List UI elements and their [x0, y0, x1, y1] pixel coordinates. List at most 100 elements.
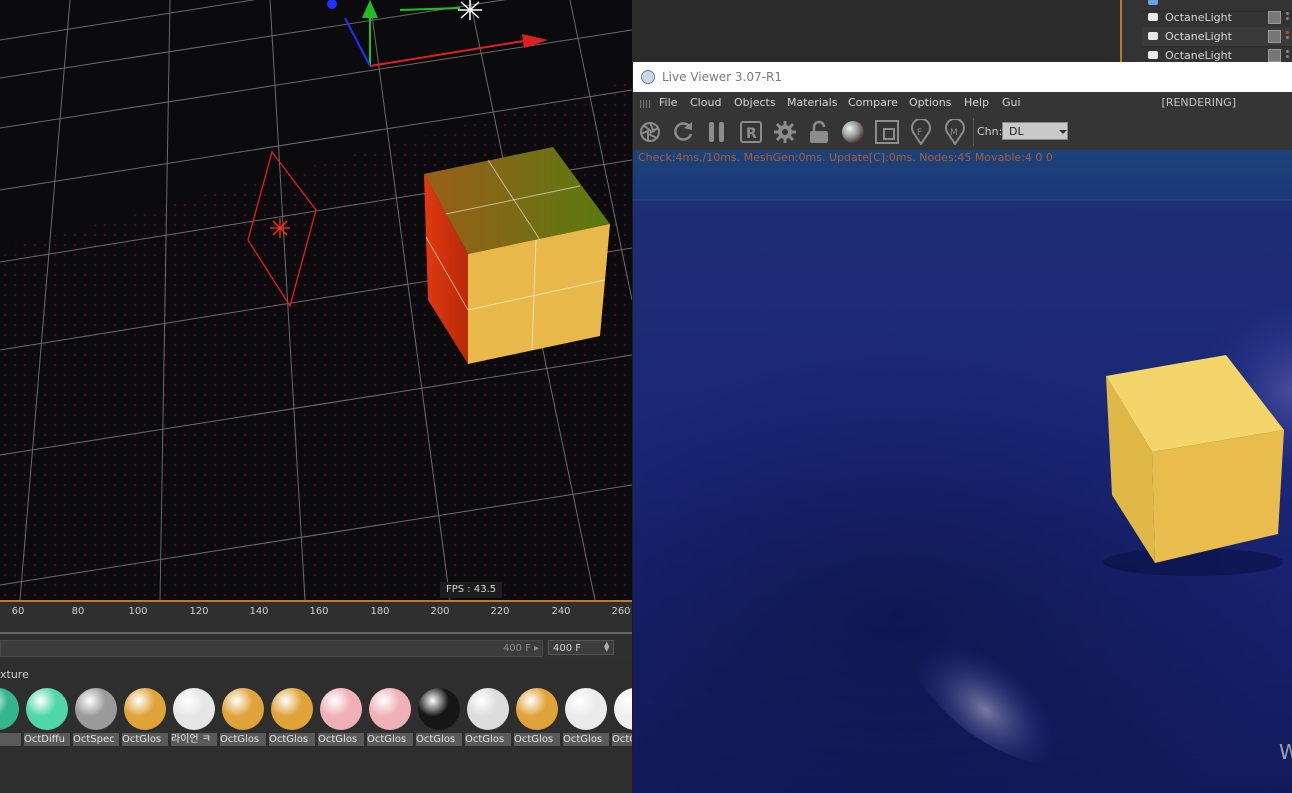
material-preview-ball: [124, 688, 166, 730]
slider-arrow-icon[interactable]: ▸: [531, 643, 542, 654]
material-swatch[interactable]: 라이언 ㅋ: [171, 686, 217, 746]
material-name: OctDiffu: [24, 733, 70, 746]
menu-gui[interactable]: Gui: [1002, 92, 1021, 114]
material-preview-ball: [565, 688, 607, 730]
material-swatch[interactable]: OctGlos: [122, 686, 168, 746]
material-name: OctGlos: [318, 733, 364, 746]
material-name: OctGlos: [122, 733, 168, 746]
material-preview-ball: [418, 688, 460, 730]
object-tag-icon[interactable]: [1268, 30, 1281, 43]
refresh-icon[interactable]: [670, 119, 696, 145]
watermark-text: W: [1279, 740, 1292, 764]
visibility-dots-icon[interactable]: [1286, 12, 1289, 15]
material-swatch[interactable]: OctGlos: [416, 686, 462, 746]
render-status: [RENDERING]: [1161, 96, 1236, 109]
object-manager: OctaneLight OctaneLight OctaneLight: [1120, 0, 1292, 66]
cinema4d-logo-icon: [641, 70, 655, 84]
timeline-range-slider[interactable]: 400 F ▸: [0, 640, 543, 657]
menu-help[interactable]: Help: [964, 92, 989, 114]
material-name: 라이언 ㅋ: [171, 733, 217, 746]
timeline-tick: 80: [71, 606, 85, 617]
material-name: OctGlos: [220, 733, 266, 746]
material-name: OctGlos: [367, 733, 413, 746]
timeline-tick: 200: [430, 606, 450, 617]
chevron-down-icon: [1059, 130, 1067, 134]
timeline-tick: 180: [370, 606, 390, 617]
r-icon[interactable]: R: [738, 119, 764, 145]
material-name: OctGlos: [269, 733, 315, 746]
material-name: OctSpec: [73, 733, 119, 746]
material-swatch[interactable]: OctGlos: [563, 686, 609, 746]
material-swatch[interactable]: OctGlos: [514, 686, 560, 746]
timeline-tick: 240: [551, 606, 571, 617]
material-swatch[interactable]: OctDiffu: [24, 686, 70, 746]
svg-text:M: M: [950, 128, 958, 138]
material-sphere-icon[interactable]: [840, 119, 866, 145]
grip-icon[interactable]: [640, 100, 650, 108]
material-name: OctGlos: [465, 733, 511, 746]
timeline-ruler[interactable]: [0, 626, 632, 634]
viewport-scene: [0, 0, 632, 600]
material-manager-header: xture: [0, 668, 29, 681]
3d-viewport[interactable]: FPS : 43.5: [0, 0, 632, 600]
material-swatch[interactable]: OctGlos: [367, 686, 413, 746]
light-object-icon: [1148, 32, 1158, 40]
material-swatch[interactable]: ne: [0, 686, 21, 746]
region-render-icon[interactable]: [874, 119, 900, 145]
timeline-tick: 140: [249, 606, 269, 617]
menu-file[interactable]: File: [659, 92, 677, 114]
toolbar-divider: [973, 118, 974, 146]
pin-m-icon[interactable]: M: [942, 117, 968, 146]
menu-cloud[interactable]: Cloud: [690, 92, 721, 114]
material-swatch[interactable]: OctGlos: [465, 686, 511, 746]
timeline-tick: 60: [11, 606, 25, 617]
timeline-tick: 220: [490, 606, 510, 617]
visibility-dots-icon[interactable]: [1286, 31, 1289, 34]
material-preview-ball: [26, 688, 68, 730]
timeline[interactable]: 60 80 100 120 140 160 180 200 220 240 26…: [0, 600, 632, 664]
material-name: OctGlos: [563, 733, 609, 746]
aperture-icon[interactable]: [637, 119, 663, 145]
timeline-tick: 160: [309, 606, 329, 617]
svg-text:F: F: [917, 128, 922, 138]
material-preview-ball: [173, 688, 215, 730]
light-object-icon: [1148, 51, 1158, 59]
material-preview-ball: [0, 688, 19, 730]
menu-materials[interactable]: Materials: [787, 92, 837, 114]
material-preview-ball: [516, 688, 558, 730]
material-preview-ball: [467, 688, 509, 730]
live-viewer-titlebar[interactable]: Live Viewer 3.07-R1: [633, 62, 1292, 92]
menu-options[interactable]: Options: [909, 92, 951, 114]
slider-end-label: 400 F: [502, 643, 531, 654]
object-label: OctaneLight: [1165, 30, 1232, 43]
pin-f-icon[interactable]: F: [908, 117, 934, 146]
material-preview-ball: [271, 688, 313, 730]
timeline-tick: 120: [189, 606, 209, 617]
visibility-dots-icon[interactable]: [1286, 50, 1289, 53]
material-preview-ball: [369, 688, 411, 730]
cube-object-icon: [1148, 0, 1158, 5]
render-image: [633, 150, 1292, 793]
material-swatch[interactable]: OctGlos: [220, 686, 266, 746]
lock-icon[interactable]: [806, 119, 832, 145]
pause-icon[interactable]: [704, 119, 730, 145]
material-swatch[interactable]: OctGlos: [318, 686, 364, 746]
material-swatch[interactable]: OctGlos: [269, 686, 315, 746]
gear-icon[interactable]: [772, 119, 798, 145]
live-viewer-window[interactable]: Live Viewer 3.07-R1 File Cloud Objects M…: [632, 62, 1292, 793]
frame-stepper-icon[interactable]: ▲ ▼: [604, 641, 609, 653]
object-row-octanelight-2[interactable]: OctaneLight: [1142, 27, 1292, 47]
live-viewer-toolbar: R F M Chn: DL: [633, 114, 1292, 150]
live-viewer-menubar: File Cloud Objects Materials Compare Opt…: [633, 92, 1292, 115]
object-tag-icon[interactable]: [1268, 11, 1281, 24]
material-preview-ball: [222, 688, 264, 730]
material-name: OctGlos: [416, 733, 462, 746]
render-view[interactable]: Check:4ms./10ms. MeshGen:0ms. Update[C]:…: [633, 150, 1292, 793]
object-tag-icon[interactable]: [1268, 49, 1281, 62]
menu-objects[interactable]: Objects: [734, 92, 776, 114]
render-stats: Check:4ms./10ms. MeshGen:0ms. Update[C]:…: [638, 151, 1053, 164]
object-row-octanelight-1[interactable]: OctaneLight: [1142, 8, 1292, 28]
menu-compare[interactable]: Compare: [848, 92, 898, 114]
channel-select[interactable]: DL: [1002, 122, 1068, 140]
material-swatch[interactable]: OctSpec: [73, 686, 119, 746]
